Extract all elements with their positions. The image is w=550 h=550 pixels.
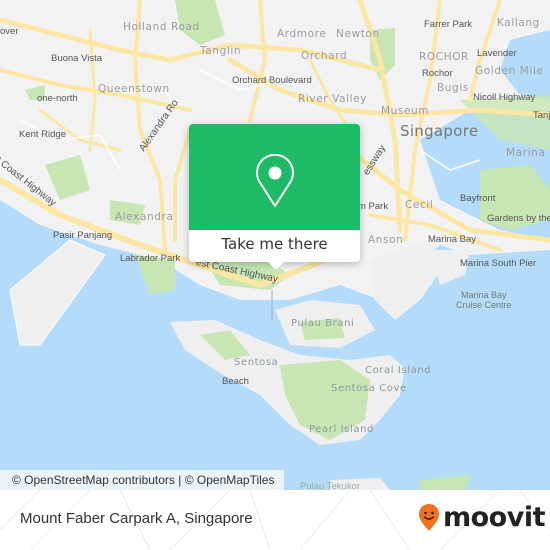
label-tanjong: Tanj <box>533 110 550 121</box>
take-me-there-button[interactable]: Take me there <box>189 230 360 262</box>
label-pulau-tekukor: Pulau Tekukor <box>300 481 361 490</box>
label-pasir-panjang: Pasir Panjang <box>53 230 113 241</box>
label-river-valley: River Valley <box>298 93 368 105</box>
label-beach: Beach <box>222 376 249 387</box>
label-orchard: Orchard <box>301 50 348 62</box>
label-farrer-park: Farrer Park <box>424 19 473 30</box>
label-labrador-park: Labrador Park <box>120 253 181 264</box>
label-coral-island: Coral Island <box>365 365 432 376</box>
moovit-logo[interactable]: moovit <box>418 502 546 533</box>
label-kent-ridge: Kent Ridge <box>19 129 67 140</box>
label-nicoll-highway: Nicoll Highway <box>473 92 536 103</box>
label-sentosa-cove: Sentosa Cove <box>331 383 407 394</box>
label-orchard-boulevard: Orchard Boulevard <box>232 75 312 86</box>
label-cecil: Cecil <box>405 199 434 211</box>
footer-bar: Mount Faber Carpark A, Singapore moovit <box>0 490 550 550</box>
label-bayfront: Bayfront <box>460 193 496 204</box>
map-attribution: © OpenStreetMap contributors | © OpenMap… <box>0 470 285 490</box>
label-anson: Anson <box>368 234 404 246</box>
label-tanglin: Tanglin <box>200 45 242 57</box>
attribution-separator: | <box>174 473 185 487</box>
label-newton: Newton <box>336 28 380 40</box>
popup-pointer <box>267 261 285 270</box>
label-kallang: Kallang <box>497 17 540 29</box>
location-title: Mount Faber Carpark A, Singapore <box>20 510 253 527</box>
label-pulau-brani: Pulau Brani <box>291 318 355 329</box>
label-one-north: one-north <box>37 93 78 104</box>
label-gardens-by-the-bay: Gardens by the <box>487 213 550 224</box>
openmaptiles-attribution-link[interactable]: © OpenMapTiles <box>185 473 275 487</box>
label-alexandra: Alexandra <box>115 211 174 223</box>
label-rochor: Rochor <box>422 68 453 79</box>
label-marina-bay-cruise-2: Cruise Centre <box>456 300 512 310</box>
osm-attribution-link[interactable]: © OpenStreetMap contributors <box>12 473 175 487</box>
take-me-there-popup[interactable]: Take me there <box>189 124 360 270</box>
label-bugis: Bugis <box>437 82 469 94</box>
popup-header[interactable] <box>189 124 360 230</box>
label-marina-bay: Marina Bay <box>428 234 477 245</box>
label-queenstown: Queenstown <box>98 83 170 95</box>
label-museum: Museum <box>381 105 430 117</box>
label-holland-road: Holland Road <box>123 21 200 33</box>
label-rover: over <box>0 26 19 37</box>
label-marina-bay-cruise-1: Marina Bay <box>461 290 507 300</box>
moovit-pin-icon <box>419 504 439 531</box>
label-marina: Marina P <box>506 147 550 159</box>
moovit-wordmark: moovit <box>443 502 546 533</box>
label-sentosa: Sentosa <box>234 357 279 368</box>
label-marina-south-pier: Marina South Pier <box>460 258 537 269</box>
label-pearl-island: Pearl Island <box>309 424 374 435</box>
label-golden-mile: Golden Mile <box>475 65 544 77</box>
label-lavender: Lavender <box>477 48 517 59</box>
label-buona-vista: Buona Vista <box>51 53 103 64</box>
label-rochor-area: ROCHOR <box>419 51 469 63</box>
map-pin-icon <box>256 154 294 207</box>
label-singapore: Singapore <box>400 122 479 140</box>
label-ardmore: Ardmore <box>277 28 327 40</box>
map-view[interactable]: Holland Road Tanglin Ardmore Newton Farr… <box>0 0 550 490</box>
label-park: m Park <box>358 201 389 212</box>
